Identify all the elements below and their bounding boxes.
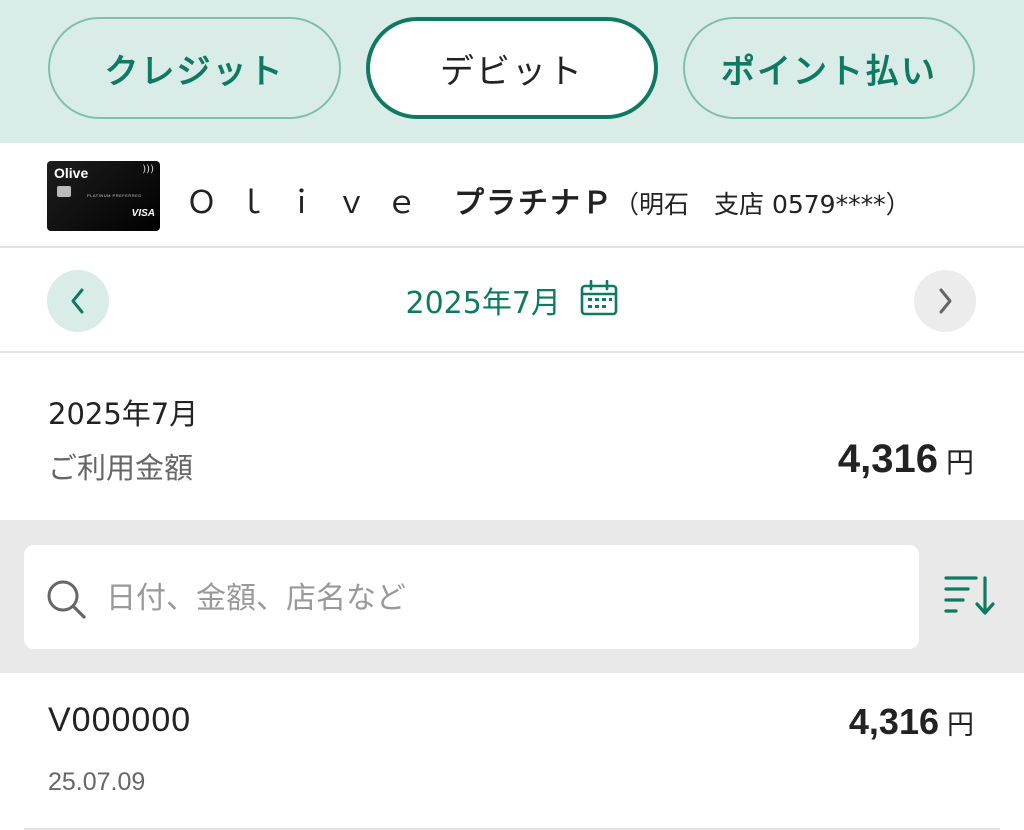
card-selector[interactable]: Olive ))) PLATINUM PREFERRED VISA Ｏｌｉｖｅ プ… — [0, 143, 1024, 248]
payment-type-tabs: クレジット デビット ポイント払い — [0, 0, 1024, 143]
search-input[interactable] — [104, 575, 888, 621]
usage-summary: 2025年7月 ご利用金額 4,316 円 — [0, 353, 1024, 520]
transaction-amount-value: 4,316 — [848, 701, 939, 742]
card-tier-text: PLATINUM PREFERRED — [87, 193, 142, 198]
next-month-button[interactable] — [914, 270, 976, 332]
search-box[interactable] — [24, 545, 919, 649]
month-navigation: 2025年7月 — [0, 248, 1024, 353]
search-icon — [45, 578, 87, 624]
card-branch: （明石 支店 0579****） — [614, 190, 911, 219]
summary-label: ご利用金額 — [48, 451, 194, 485]
current-month-label: 2025年7月 — [405, 286, 561, 321]
summary-month: 2025年7月 — [48, 397, 199, 431]
search-bar-area — [0, 520, 1024, 673]
card-chip — [57, 186, 71, 197]
card-tier: プラチナＰ — [454, 186, 614, 221]
tab-debit[interactable]: デビット — [366, 17, 658, 119]
summary-amount-unit: 円 — [945, 446, 974, 479]
transaction-name: V000000 — [48, 701, 192, 739]
month-selector[interactable]: 2025年7月 — [0, 278, 1024, 324]
card-brand-text: Olive — [54, 165, 89, 181]
transaction-amount-unit: 円 — [947, 710, 974, 741]
card-image: Olive ))) PLATINUM PREFERRED VISA — [47, 161, 160, 231]
tab-credit[interactable]: クレジット — [48, 17, 341, 119]
card-name: Ｏｌｉｖｅ — [186, 185, 436, 220]
summary-amount-value: 4,316 — [837, 437, 938, 481]
calendar-icon — [580, 279, 618, 324]
sort-button[interactable] — [943, 572, 997, 622]
sort-icon — [944, 576, 995, 615]
transaction-amount: 4,316 円 — [849, 701, 974, 743]
card-title: Ｏｌｉｖｅ プラチナＰ（明石 支店 0579****） — [186, 177, 911, 222]
contactless-icon: ))) — [142, 164, 154, 175]
tab-point-payment[interactable]: ポイント払い — [683, 17, 975, 119]
card-network-logo: VISA — [131, 208, 155, 219]
list-item[interactable]: V000000 25.07.09 4,316 円 — [0, 673, 1024, 830]
transaction-date: 25.07.09 — [48, 768, 146, 796]
summary-amount: 4,316 円 — [838, 437, 974, 482]
chevron-right-icon — [939, 288, 952, 314]
